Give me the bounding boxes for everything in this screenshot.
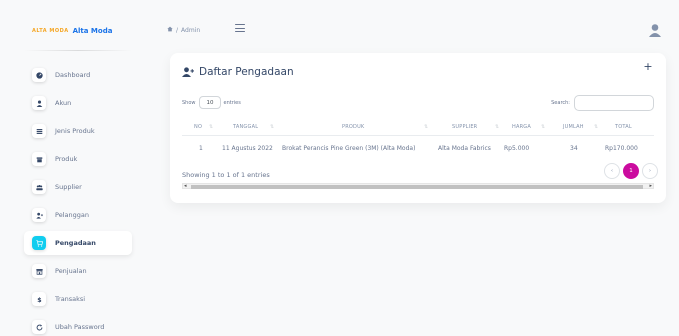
sidebar-item-produk[interactable]: Produk — [24, 147, 132, 171]
home-icon[interactable] — [167, 26, 173, 34]
refresh-icon — [32, 320, 46, 334]
sidebar-item-label: Supplier — [55, 183, 82, 191]
entries-label: entries — [223, 99, 241, 106]
breadcrumb-separator: / — [176, 26, 179, 34]
sidebar-item-jenis-produk[interactable]: Jenis Produk — [24, 119, 132, 143]
box-icon — [32, 152, 46, 166]
svg-text:$: $ — [37, 296, 41, 302]
pagination-next-button[interactable]: › — [642, 163, 658, 179]
scroll-left-icon[interactable]: ◂ — [184, 183, 187, 189]
cell-supplier: Alta Moda Fabrics — [438, 145, 491, 152]
page-title: Daftar Pengadaan — [199, 65, 294, 78]
sidebar-item-dashboard[interactable]: Dashboard — [24, 63, 132, 87]
user-plus-icon — [32, 208, 46, 222]
search-label: Search: — [551, 100, 570, 106]
sort-icon: ⇅ — [270, 124, 275, 130]
users-icon — [32, 180, 46, 194]
dashboard-icon — [32, 68, 46, 82]
column-header-tanggal[interactable]: TANGGAL — [233, 124, 258, 130]
cell-harga: Rp5.000 — [504, 145, 530, 152]
search-input[interactable] — [574, 95, 654, 111]
cell-total: Rp170.000 — [605, 145, 638, 152]
scrollbar-thumb[interactable] — [191, 184, 643, 189]
sidebar-item-akun[interactable]: Akun — [24, 91, 132, 115]
sidebar-item-pengadaan[interactable]: Pengadaan — [24, 231, 132, 255]
sidebar-item-label: Pengadaan — [55, 239, 96, 247]
sort-icon: ⇅ — [541, 124, 546, 130]
column-header-produk[interactable]: PRODUK — [342, 124, 364, 130]
cart-icon — [32, 236, 46, 250]
sidebar-item-label: Pelanggan — [55, 211, 89, 219]
sidebar-item-ubah-password[interactable]: Ubah Password — [24, 315, 132, 336]
list-icon — [32, 124, 46, 138]
user-avatar-icon[interactable] — [648, 22, 662, 37]
table-row[interactable]: 1 11 Agustus 2022 Brokat Perancis Pine G… — [182, 145, 654, 157]
sidebar-item-label: Dashboard — [55, 71, 91, 79]
sidebar: ALTA MODA Alta Moda Dashboard Akun Jenis… — [0, 0, 150, 336]
sort-icon: ⇅ — [424, 124, 429, 130]
sidebar-item-label: Akun — [55, 99, 72, 107]
cell-no: 1 — [199, 145, 203, 152]
procurement-card: Daftar Pengadaan + Show 10 entries Searc… — [170, 53, 666, 203]
length-control: Show 10 entries — [182, 96, 241, 109]
user-plus-icon — [182, 62, 194, 81]
breadcrumb-current: Admin — [181, 26, 201, 34]
table-info: Showing 1 to 1 of 1 entries — [182, 171, 270, 179]
cell-jumlah: 34 — [570, 145, 578, 152]
search-control: Search: — [551, 95, 654, 111]
cell-produk: Brokat Perancis Pine Green (3M) (Alta Mo… — [282, 145, 416, 152]
column-header-jumlah[interactable]: JUMLAH — [563, 124, 584, 130]
breadcrumb: / Admin — [167, 26, 200, 34]
sidebar-item-label: Ubah Password — [55, 323, 105, 331]
hamburger-menu-icon[interactable] — [235, 24, 245, 33]
topbar: / Admin — [0, 0, 679, 50]
column-header-total[interactable]: TOTAL — [615, 124, 632, 130]
store-icon — [32, 264, 46, 278]
table-header: NO ⇅ TANGGAL ⇅ PRODUK ⇅ SUPPLIER ⇅ HARGA… — [182, 124, 654, 136]
sidebar-item-label: Transaksi — [55, 295, 86, 303]
horizontal-scrollbar[interactable]: ◂ ▸ — [182, 183, 654, 189]
sidebar-item-transaksi[interactable]: $ Transaksi — [24, 287, 132, 311]
sidebar-divider — [24, 50, 132, 51]
card-header: Daftar Pengadaan — [182, 62, 294, 81]
sort-icon: ⇅ — [594, 124, 599, 130]
sort-icon: ⇅ — [209, 124, 214, 130]
pagination-page-button[interactable]: 1 — [623, 163, 639, 179]
sort-icon: ⇅ — [495, 124, 500, 130]
user-icon — [32, 96, 46, 110]
scroll-right-icon[interactable]: ▸ — [649, 183, 652, 189]
sidebar-item-label: Penjualan — [55, 267, 87, 275]
pagination: ‹ 1 › — [604, 163, 658, 179]
show-label: Show — [182, 99, 196, 106]
column-header-supplier[interactable]: SUPPLIER — [452, 124, 477, 130]
sidebar-item-pelanggan[interactable]: Pelanggan — [24, 203, 132, 227]
sidebar-item-supplier[interactable]: Supplier — [24, 175, 132, 199]
sidebar-item-label: Jenis Produk — [55, 127, 95, 135]
sidebar-item-label: Produk — [55, 155, 78, 163]
cell-tanggal: 11 Agustus 2022 — [222, 145, 273, 152]
column-header-harga[interactable]: HARGA — [512, 124, 531, 130]
page-length-select[interactable]: 10 — [198, 96, 221, 109]
add-button[interactable]: + — [642, 60, 654, 73]
dollar-icon: $ — [32, 292, 46, 306]
pagination-prev-button[interactable]: ‹ — [604, 163, 620, 179]
column-header-no[interactable]: NO — [194, 124, 202, 130]
sidebar-item-penjualan[interactable]: Penjualan — [24, 259, 132, 283]
